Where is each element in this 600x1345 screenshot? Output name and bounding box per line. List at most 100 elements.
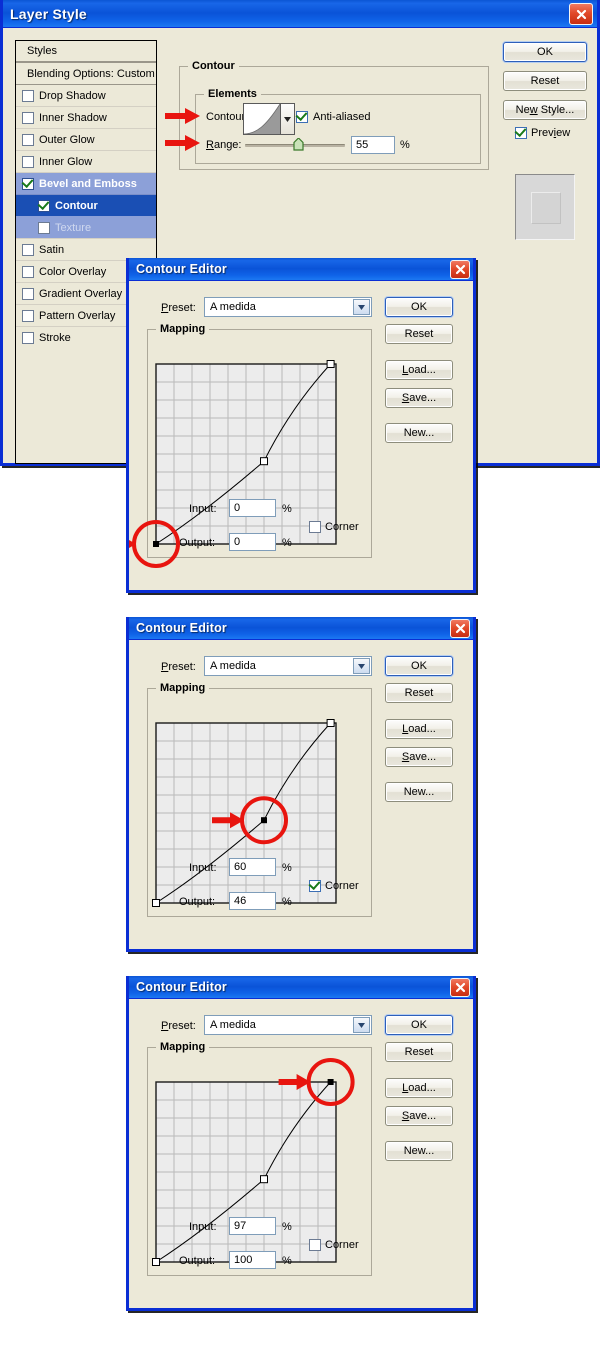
screenshot-root: Layer Style Styles Blending Options: Cus… [0,0,600,1345]
sidebar-item-texture[interactable]: Texture [16,217,156,239]
checkbox-anti-aliased[interactable] [296,111,308,123]
preview-label: Preview [531,127,571,139]
output-value: 100 [234,1254,253,1266]
sidebar-item-label: Bevel and Emboss [39,177,137,190]
contour-editor-titlebar: Contour Editor [129,617,473,640]
ok-button[interactable]: OK [385,297,453,317]
load-button[interactable]: Load... [385,1078,453,1098]
new-button[interactable]: New... [385,782,453,802]
load-button-label: Load... [402,364,436,376]
save-button-label: Save... [401,392,437,404]
corner-label: Corner [325,1239,359,1251]
output-value: 0 [234,536,241,548]
sidebar-item-drop-shadow[interactable]: Drop Shadow [16,85,156,107]
output-value: 46 [234,895,247,907]
load-button-label: Load... [402,723,436,735]
output-label: Output: [179,537,216,549]
load-button[interactable]: Load... [385,360,453,380]
contour-editor-dialog-1: Contour Editor Preset: A medida Mapping … [126,258,476,593]
sidebar-item-inner-glow[interactable]: Inner Glow [16,151,156,173]
sidebar-item-outer-glow[interactable]: Outer Glow [16,129,156,151]
contour-field-label: Contour: [206,111,249,123]
input-field[interactable]: 97 [229,1217,276,1235]
range-percent-label: % [400,139,410,151]
reset-button-label: Reset [404,1046,434,1058]
input-value: 0 [234,502,241,514]
sidebar-item-label: Pattern Overlay [39,309,116,322]
contour-editor-title: Contour Editor [136,980,227,994]
save-button[interactable]: Save... [385,1106,453,1126]
contour-editor-titlebar: Contour Editor [129,258,473,281]
reset-button-label: Reset [530,75,560,87]
anti-aliased-text: Anti-aliased [313,111,371,123]
output-field[interactable]: 100 [229,1251,276,1269]
checkbox-satin[interactable] [22,243,34,256]
chevron-down-icon[interactable] [281,103,295,135]
ok-button-label: OK [411,1019,427,1031]
new-button[interactable]: New... [385,1141,453,1161]
layer-style-titlebar: Layer Style [3,0,597,28]
ok-button[interactable]: OK [385,656,453,676]
sidebar-item-label: Inner Shadow [39,111,107,124]
input-label: Input: [189,1221,217,1233]
reset-button-label: Reset [404,687,434,699]
input-value: 60 [234,861,247,873]
checkbox-preview[interactable] [515,127,527,139]
checkbox-bevel-and-emboss[interactable] [22,177,34,190]
reset-button[interactable]: Reset [503,71,587,91]
load-button[interactable]: Load... [385,719,453,739]
contour-preview-thumbnail[interactable] [243,103,281,135]
close-icon[interactable] [450,978,470,997]
ok-button[interactable]: OK [385,1015,453,1035]
checkbox-stroke[interactable] [22,332,34,344]
new-button[interactable]: New... [385,423,453,443]
ok-button[interactable]: OK [503,42,587,62]
reset-button[interactable]: Reset [385,683,453,703]
checkbox-color-overlay[interactable] [22,265,34,278]
output-label: Output: [179,896,216,908]
sidebar-item-label: Inner Glow [39,155,93,168]
ok-button-label: OK [411,660,427,672]
range-input[interactable]: 55 [351,136,395,154]
input-field[interactable]: 60 [229,858,276,876]
input-label: Input: [189,862,217,874]
checkbox-outer-glow[interactable] [22,133,34,146]
range-value: 55 [356,139,369,151]
input-field[interactable]: 0 [229,499,276,517]
checkbox-gradient-overlay[interactable] [22,287,34,300]
close-icon[interactable] [450,619,470,638]
reset-button[interactable]: Reset [385,324,453,344]
sidebar-item-styles[interactable]: Styles [16,41,156,63]
new-style-button-label: New Style... [515,104,575,116]
close-icon[interactable] [569,3,593,25]
sidebar-item-bevel-and-emboss[interactable]: Bevel and Emboss [16,173,156,195]
close-icon[interactable] [450,260,470,279]
new-button-label: New... [403,1145,435,1157]
sidebar-item-inner-shadow[interactable]: Inner Shadow [16,107,156,129]
checkbox-texture[interactable] [38,221,50,234]
checkbox-corner[interactable] [309,1239,321,1251]
output-field[interactable]: 46 [229,892,276,910]
sidebar-item-contour[interactable]: Contour [16,195,156,217]
anti-aliased-label: Anti-aliased [313,111,370,123]
new-style-button[interactable]: New Style... [503,100,587,120]
checkbox-inner-shadow[interactable] [22,111,34,124]
elements-group-label: Elements [204,88,261,100]
checkbox-corner[interactable] [309,521,321,533]
input-percent-label: % [282,503,292,515]
checkbox-corner[interactable] [309,880,321,892]
sidebar-item-blending-options[interactable]: Blending Options: Custom [16,63,156,85]
checkbox-drop-shadow[interactable] [22,89,34,102]
checkbox-pattern-overlay[interactable] [22,309,34,322]
checkbox-contour[interactable] [38,199,50,212]
output-label: Output: [179,1255,216,1267]
reset-button[interactable]: Reset [385,1042,453,1062]
output-field[interactable]: 0 [229,533,276,551]
range-slider-thumb[interactable] [293,137,304,151]
checkbox-inner-glow[interactable] [22,155,34,168]
contour-editor-title: Contour Editor [136,262,227,276]
sidebar-item-label: Texture [55,221,92,234]
range-field-label: Range: [206,139,242,151]
save-button[interactable]: Save... [385,388,453,408]
save-button[interactable]: Save... [385,747,453,767]
